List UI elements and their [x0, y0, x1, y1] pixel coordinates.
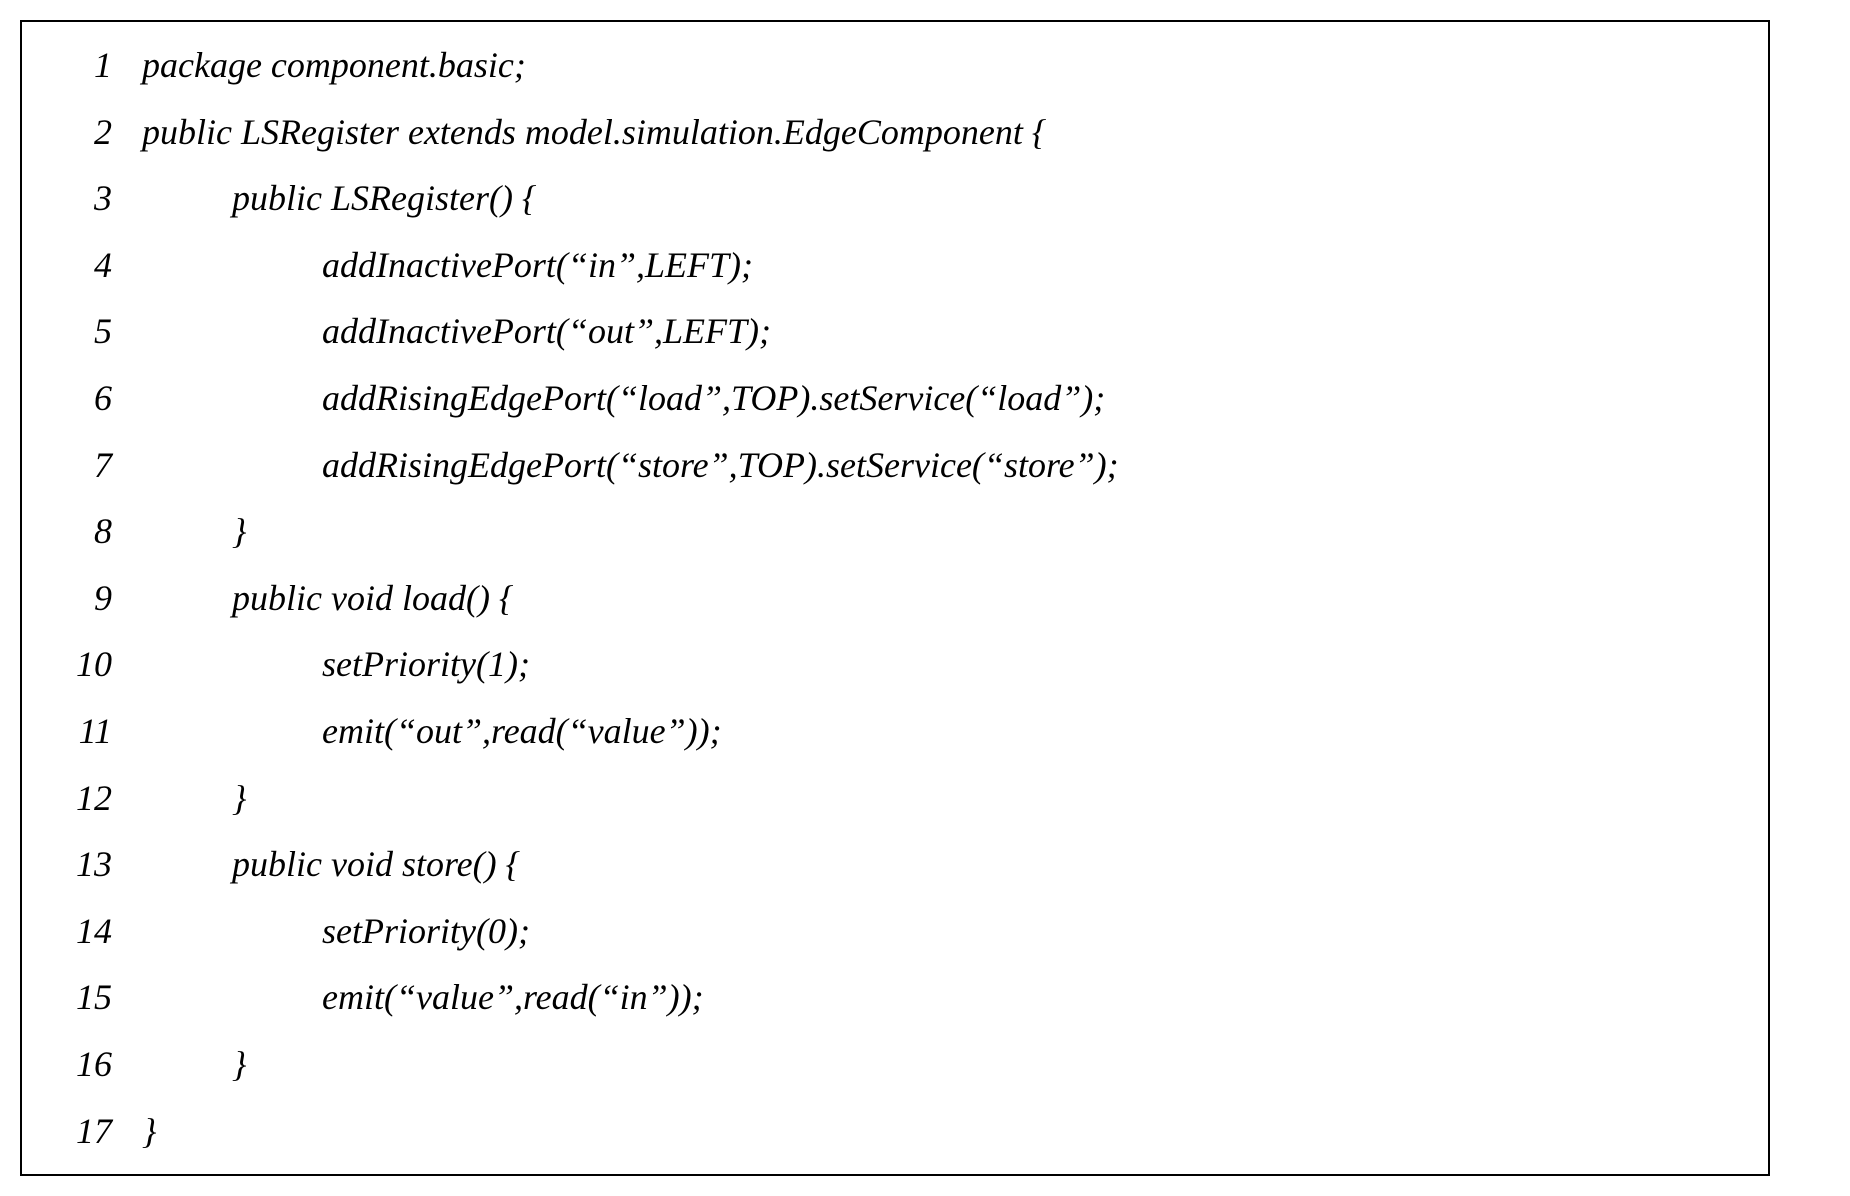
code-text: setPriority(1);	[142, 631, 1748, 698]
code-text: }	[142, 765, 1748, 832]
code-line: 17 }	[32, 1098, 1748, 1165]
code-listing-box: 1 package component.basic; 2 public LSRe…	[20, 20, 1770, 1176]
code-line: 6 addRisingEdgePort(“load”,TOP).setServi…	[32, 365, 1748, 432]
line-number: 8	[32, 498, 142, 565]
code-line: 16 }	[32, 1031, 1748, 1098]
line-number: 5	[32, 298, 142, 365]
line-number: 3	[32, 165, 142, 232]
code-line: 4 addInactivePort(“in”,LEFT);	[32, 232, 1748, 299]
code-line: 3 public LSRegister() {	[32, 165, 1748, 232]
line-number: 13	[32, 831, 142, 898]
code-line: 11 emit(“out”,read(“value”));	[32, 698, 1748, 765]
line-number: 2	[32, 99, 142, 166]
code-text: setPriority(0);	[142, 898, 1748, 965]
code-text: public void store() {	[142, 831, 1748, 898]
code-line: 8 }	[32, 498, 1748, 565]
code-text: emit(“out”,read(“value”));	[142, 698, 1748, 765]
code-line: 13 public void store() {	[32, 831, 1748, 898]
code-text: }	[142, 1098, 1748, 1165]
code-text: addInactivePort(“out”,LEFT);	[142, 298, 1748, 365]
line-number: 1	[32, 32, 142, 99]
code-line: 10 setPriority(1);	[32, 631, 1748, 698]
code-text: addRisingEdgePort(“load”,TOP).setService…	[142, 365, 1748, 432]
code-text: public LSRegister extends model.simulati…	[142, 99, 1748, 166]
code-line: 7 addRisingEdgePort(“store”,TOP).setServ…	[32, 432, 1748, 499]
line-number: 14	[32, 898, 142, 965]
code-text: addRisingEdgePort(“store”,TOP).setServic…	[142, 432, 1748, 499]
code-line: 5 addInactivePort(“out”,LEFT);	[32, 298, 1748, 365]
line-number: 7	[32, 432, 142, 499]
line-number: 17	[32, 1098, 142, 1165]
line-number: 12	[32, 765, 142, 832]
code-text: public LSRegister() {	[142, 165, 1748, 232]
line-number: 11	[32, 698, 142, 765]
code-line: 2 public LSRegister extends model.simula…	[32, 99, 1748, 166]
line-number: 9	[32, 565, 142, 632]
code-text: }	[142, 498, 1748, 565]
line-number: 4	[32, 232, 142, 299]
line-number: 6	[32, 365, 142, 432]
code-line: 15 emit(“value”,read(“in”));	[32, 964, 1748, 1031]
line-number: 15	[32, 964, 142, 1031]
code-text: addInactivePort(“in”,LEFT);	[142, 232, 1748, 299]
code-line: 1 package component.basic;	[32, 32, 1748, 99]
line-number: 10	[32, 631, 142, 698]
code-text: emit(“value”,read(“in”));	[142, 964, 1748, 1031]
code-line: 9 public void load() {	[32, 565, 1748, 632]
line-number: 16	[32, 1031, 142, 1098]
code-line: 12 }	[32, 765, 1748, 832]
code-text: package component.basic;	[142, 32, 1748, 99]
code-line: 14 setPriority(0);	[32, 898, 1748, 965]
code-text: public void load() {	[142, 565, 1748, 632]
code-text: }	[142, 1031, 1748, 1098]
